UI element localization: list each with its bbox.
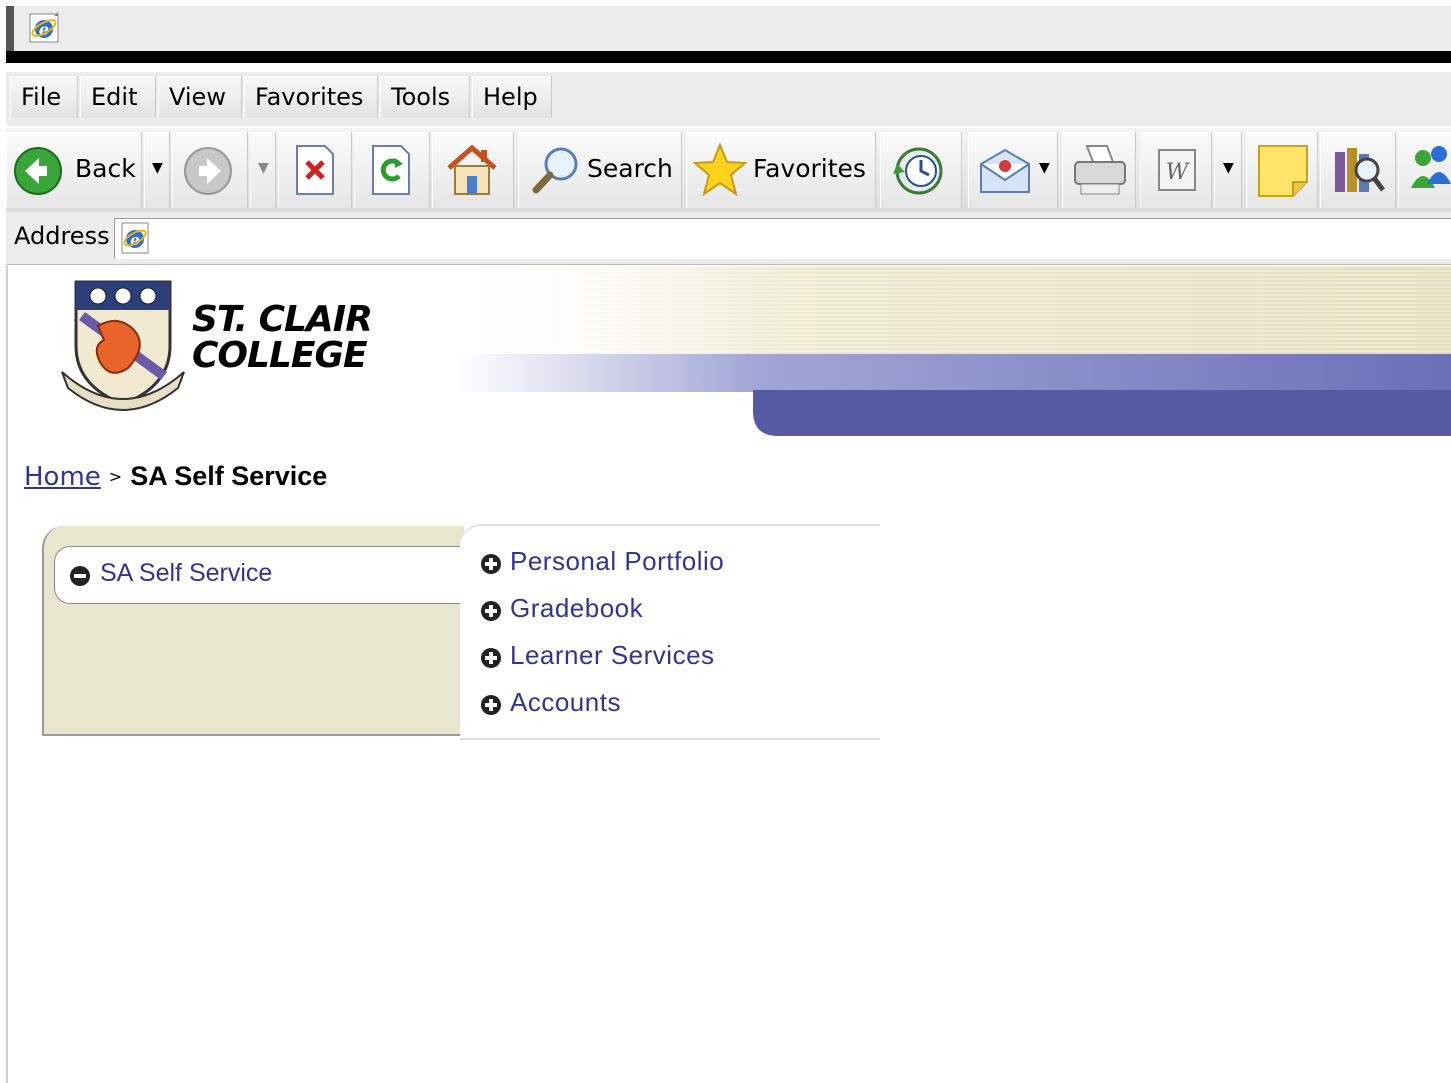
internet-explorer-icon[interactable]: e — [28, 12, 62, 44]
history-icon — [893, 147, 943, 195]
college-name: ST. CLAIR COLLEGE — [192, 299, 373, 376]
expand-icon — [481, 601, 501, 621]
address-label: Address — [14, 222, 110, 250]
browser-window: e File Edit View Favorites Tools Help Ba… — [6, 6, 1451, 1083]
search-button[interactable]: Search — [518, 132, 682, 208]
menu-bar: File Edit View Favorites Tools Help — [6, 72, 1451, 126]
research-icon — [1335, 148, 1385, 192]
search-icon — [532, 147, 578, 194]
refresh-icon — [372, 145, 410, 195]
page-content: ST. CLAIR COLLEGE Home > SA Self Service S… — [6, 266, 1451, 1083]
forward-dropdown[interactable]: ▼ — [250, 132, 276, 208]
forward-button[interactable] — [172, 132, 248, 208]
research-button[interactable] — [1320, 132, 1396, 208]
menu-favorites[interactable]: Favorites — [244, 76, 378, 118]
printer-icon — [1074, 145, 1126, 195]
back-arrow-icon — [14, 147, 62, 195]
mail-button[interactable]: ▼ — [968, 132, 1058, 208]
messenger-icon — [1411, 146, 1451, 188]
breadcrumb-current: SA Self Service — [130, 461, 328, 491]
menu-panel: SA Self Service — [42, 526, 474, 736]
address-input[interactable]: e — [114, 218, 1451, 259]
edit-with-word-button[interactable]: W — [1140, 132, 1212, 208]
menu-edit[interactable]: Edit — [80, 76, 156, 118]
edit-dropdown[interactable]: ▼ — [1214, 132, 1242, 208]
stop-icon — [296, 145, 334, 195]
menu-help[interactable]: Help — [472, 76, 552, 118]
page-icon: e — [121, 222, 149, 254]
home-button[interactable] — [432, 132, 514, 208]
word-icon: W — [1158, 149, 1196, 191]
title-bar: e — [6, 6, 1451, 51]
breadcrumb-separator: > — [108, 467, 123, 486]
breadcrumb-home-link[interactable]: Home — [24, 462, 101, 492]
back-button[interactable]: Back — [6, 132, 142, 208]
forward-arrow-icon — [184, 147, 232, 195]
mail-icon — [980, 148, 1030, 193]
menu-file[interactable]: File — [10, 76, 78, 118]
refresh-button[interactable] — [354, 132, 430, 208]
collapse-icon — [70, 566, 90, 586]
expand-icon — [481, 695, 501, 715]
expand-icon — [481, 648, 501, 668]
home-icon — [447, 144, 497, 195]
submenu-list: Personal Portfolio Gradebook Learner Ser… — [460, 524, 880, 740]
favorites-star-icon — [692, 142, 748, 197]
back-dropdown[interactable]: ▼ — [144, 132, 170, 208]
note-button[interactable] — [1246, 132, 1318, 208]
toolbar: Back ▼ ▼ Search Favorites ▼ W ▼ — [6, 128, 1451, 212]
print-button[interactable] — [1062, 132, 1136, 208]
favorites-button[interactable]: Favorites — [686, 132, 876, 208]
messenger-button[interactable] — [1398, 132, 1451, 208]
menu-item-sa-self-service[interactable]: SA Self Service — [54, 546, 474, 604]
sticky-note-icon — [1258, 145, 1308, 197]
menu-tools[interactable]: Tools — [380, 76, 470, 118]
address-bar: Address e — [6, 212, 1451, 265]
stop-button[interactable] — [278, 132, 352, 208]
menu-view[interactable]: View — [158, 76, 242, 118]
expand-icon — [481, 554, 501, 574]
history-button[interactable] — [880, 132, 962, 208]
college-crest-logo — [61, 280, 185, 411]
breadcrumb: Home > SA Self Service — [24, 461, 327, 492]
svg-text:W: W — [1166, 160, 1191, 185]
